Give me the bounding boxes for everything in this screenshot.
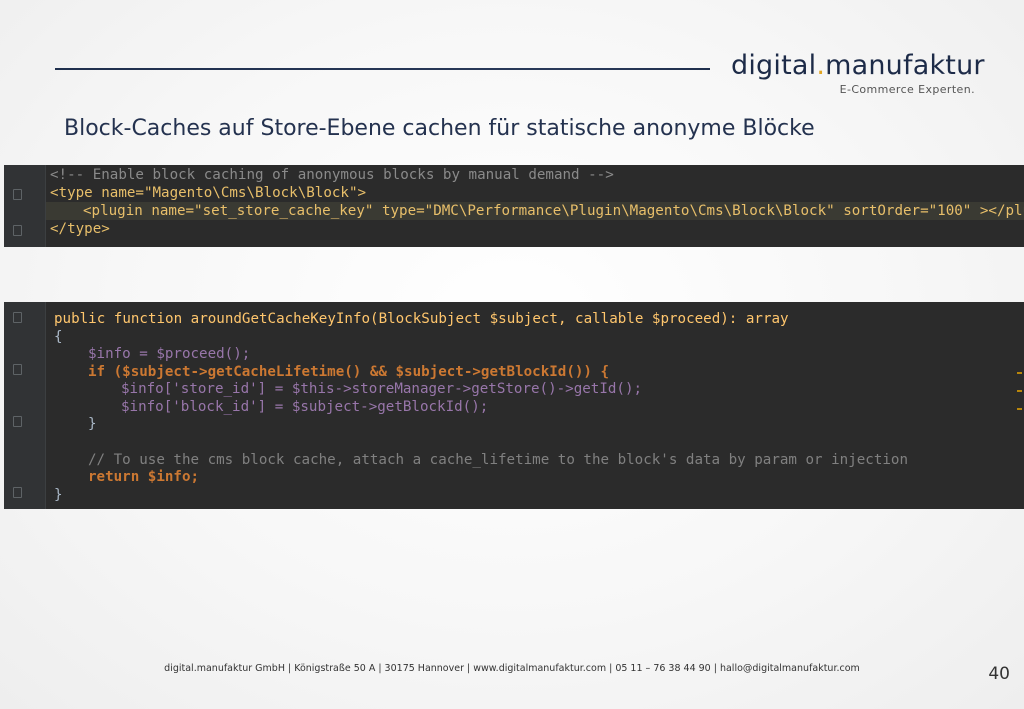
code-line: <!-- Enable block caching of anonymous b… [50,167,614,183]
brand-dot: . [816,50,826,81]
slide-title: Block-Caches auf Store-Ebene cachen für … [64,116,815,141]
error-stripe-mark [1017,372,1022,374]
code-gutter [4,165,46,247]
brand-name: digital.manufaktur [731,50,985,81]
footer-contact: digital.manufaktur GmbH | Königstraße 50… [164,663,860,674]
brand-name-part2: manufaktur [825,50,985,81]
code-panel-php: public function aroundGetCacheKeyInfo(Bl… [4,302,1024,509]
code-line: <type name="Magento\Cms\Block\Block"> [50,185,367,201]
code-line: } [54,487,63,503]
code-line: $info['store_id'] = $this->storeManager-… [121,381,643,397]
code-line: <plugin name="set_store_cache_key" type=… [83,203,1024,219]
header-divider [55,68,710,70]
fold-marker-icon [13,312,22,323]
error-stripe-mark [1017,390,1022,392]
code-line: // To use the cms block cache, attach a … [88,452,908,468]
brand-tagline: E-Commerce Experten. [839,83,975,96]
brand-logo: digital.manufaktur E-Commerce Experten. [731,50,984,100]
fold-marker-icon [13,364,22,375]
code-line: if ($subject->getCacheLifetime() && $sub… [88,364,610,380]
brand-name-part1: digital [731,50,817,81]
code-panel-xml: <!-- Enable block caching of anonymous b… [4,165,1024,247]
page-number: 40 [988,664,1010,684]
code-gutter [4,302,46,509]
error-stripe [1017,302,1022,509]
code-line: { [54,329,63,345]
fold-marker-icon [13,225,22,236]
fold-marker-icon [13,416,22,427]
fold-marker-icon [13,487,22,498]
code-line: $info = $proceed(); [88,346,251,362]
fold-marker-icon [13,189,22,200]
error-stripe-mark [1017,408,1022,410]
code-line: </type> [50,221,110,237]
code-line: $info['block_id'] = $subject->getBlockId… [121,399,489,415]
code-line: public function aroundGetCacheKeyInfo(Bl… [54,311,789,327]
code-line: return $info; [88,469,200,485]
code-line: } [88,416,97,432]
